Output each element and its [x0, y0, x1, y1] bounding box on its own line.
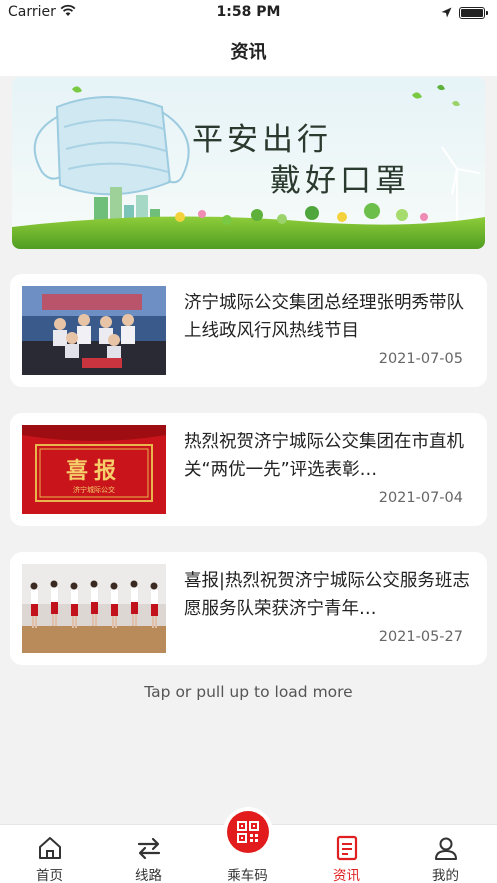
thumb-text: 喜报 — [65, 458, 122, 484]
news-card[interactable]: 喜报|热烈祝贺济宁城际公交服务班志愿服务队荣获济宁青年… 2021-05-27 — [10, 552, 487, 665]
status-bar: Carrier 1:58 PM — [0, 0, 497, 26]
page-title: 资讯 — [230, 42, 267, 63]
tab-label: 乘车码 — [227, 868, 268, 883]
nav-bar: 资讯 — [0, 26, 497, 76]
load-more-hint[interactable]: Tap or pull up to load more — [0, 683, 497, 701]
status-time: 1:58 PM — [216, 4, 281, 20]
tab-label: 资讯 — [333, 868, 360, 883]
tab-label: 我的 — [432, 868, 459, 883]
home-icon — [36, 835, 64, 861]
thumb-subtext: 济宁城际公交 — [73, 486, 115, 494]
qr-code-icon — [237, 821, 259, 843]
banner-carousel[interactable]: 平安出行 戴好口罩 — [12, 77, 485, 249]
news-title: 热烈祝贺济宁城际公交集团在市直机关“两优一先”评选表彰… — [184, 432, 464, 480]
battery-icon — [459, 7, 488, 19]
news-icon — [333, 835, 361, 861]
banner-headline-2: 戴好口罩 — [270, 163, 410, 199]
tab-routes[interactable]: 线路 — [99, 825, 198, 883]
ride-code-button[interactable] — [227, 811, 269, 853]
news-date: 2021-07-05 — [378, 351, 463, 367]
news-title: 喜报|热烈祝贺济宁城际公交服务班志愿服务队荣获济宁青年… — [184, 571, 470, 619]
user-icon — [432, 835, 460, 861]
banner-illustration — [12, 77, 485, 249]
tab-profile[interactable]: 我的 — [396, 825, 495, 883]
tab-label: 首页 — [36, 868, 63, 883]
news-thumbnail — [22, 286, 166, 375]
tab-news[interactable]: 资讯 — [297, 825, 396, 883]
banner-headline-1: 平安出行 — [192, 122, 332, 158]
news-title: 济宁城际公交集团总经理张明秀带队上线政风行风热线节目 — [184, 293, 464, 341]
news-date: 2021-05-27 — [378, 629, 463, 645]
location-arrow-icon — [441, 6, 452, 22]
news-card[interactable]: 济宁城际公交集团总经理张明秀带队上线政风行风热线节目 2021-07-05 — [10, 274, 487, 387]
tab-label: 线路 — [135, 868, 162, 883]
route-arrows-icon — [135, 835, 163, 861]
news-thumbnail — [22, 564, 166, 653]
news-date: 2021-07-04 — [378, 490, 463, 506]
tab-home[interactable]: 首页 — [0, 825, 99, 883]
news-thumbnail: 喜报 济宁城际公交 — [22, 425, 166, 514]
news-card[interactable]: 喜报 济宁城际公交 热烈祝贺济宁城际公交集团在市直机关“两优一先”评选表彰… 2… — [10, 413, 487, 526]
